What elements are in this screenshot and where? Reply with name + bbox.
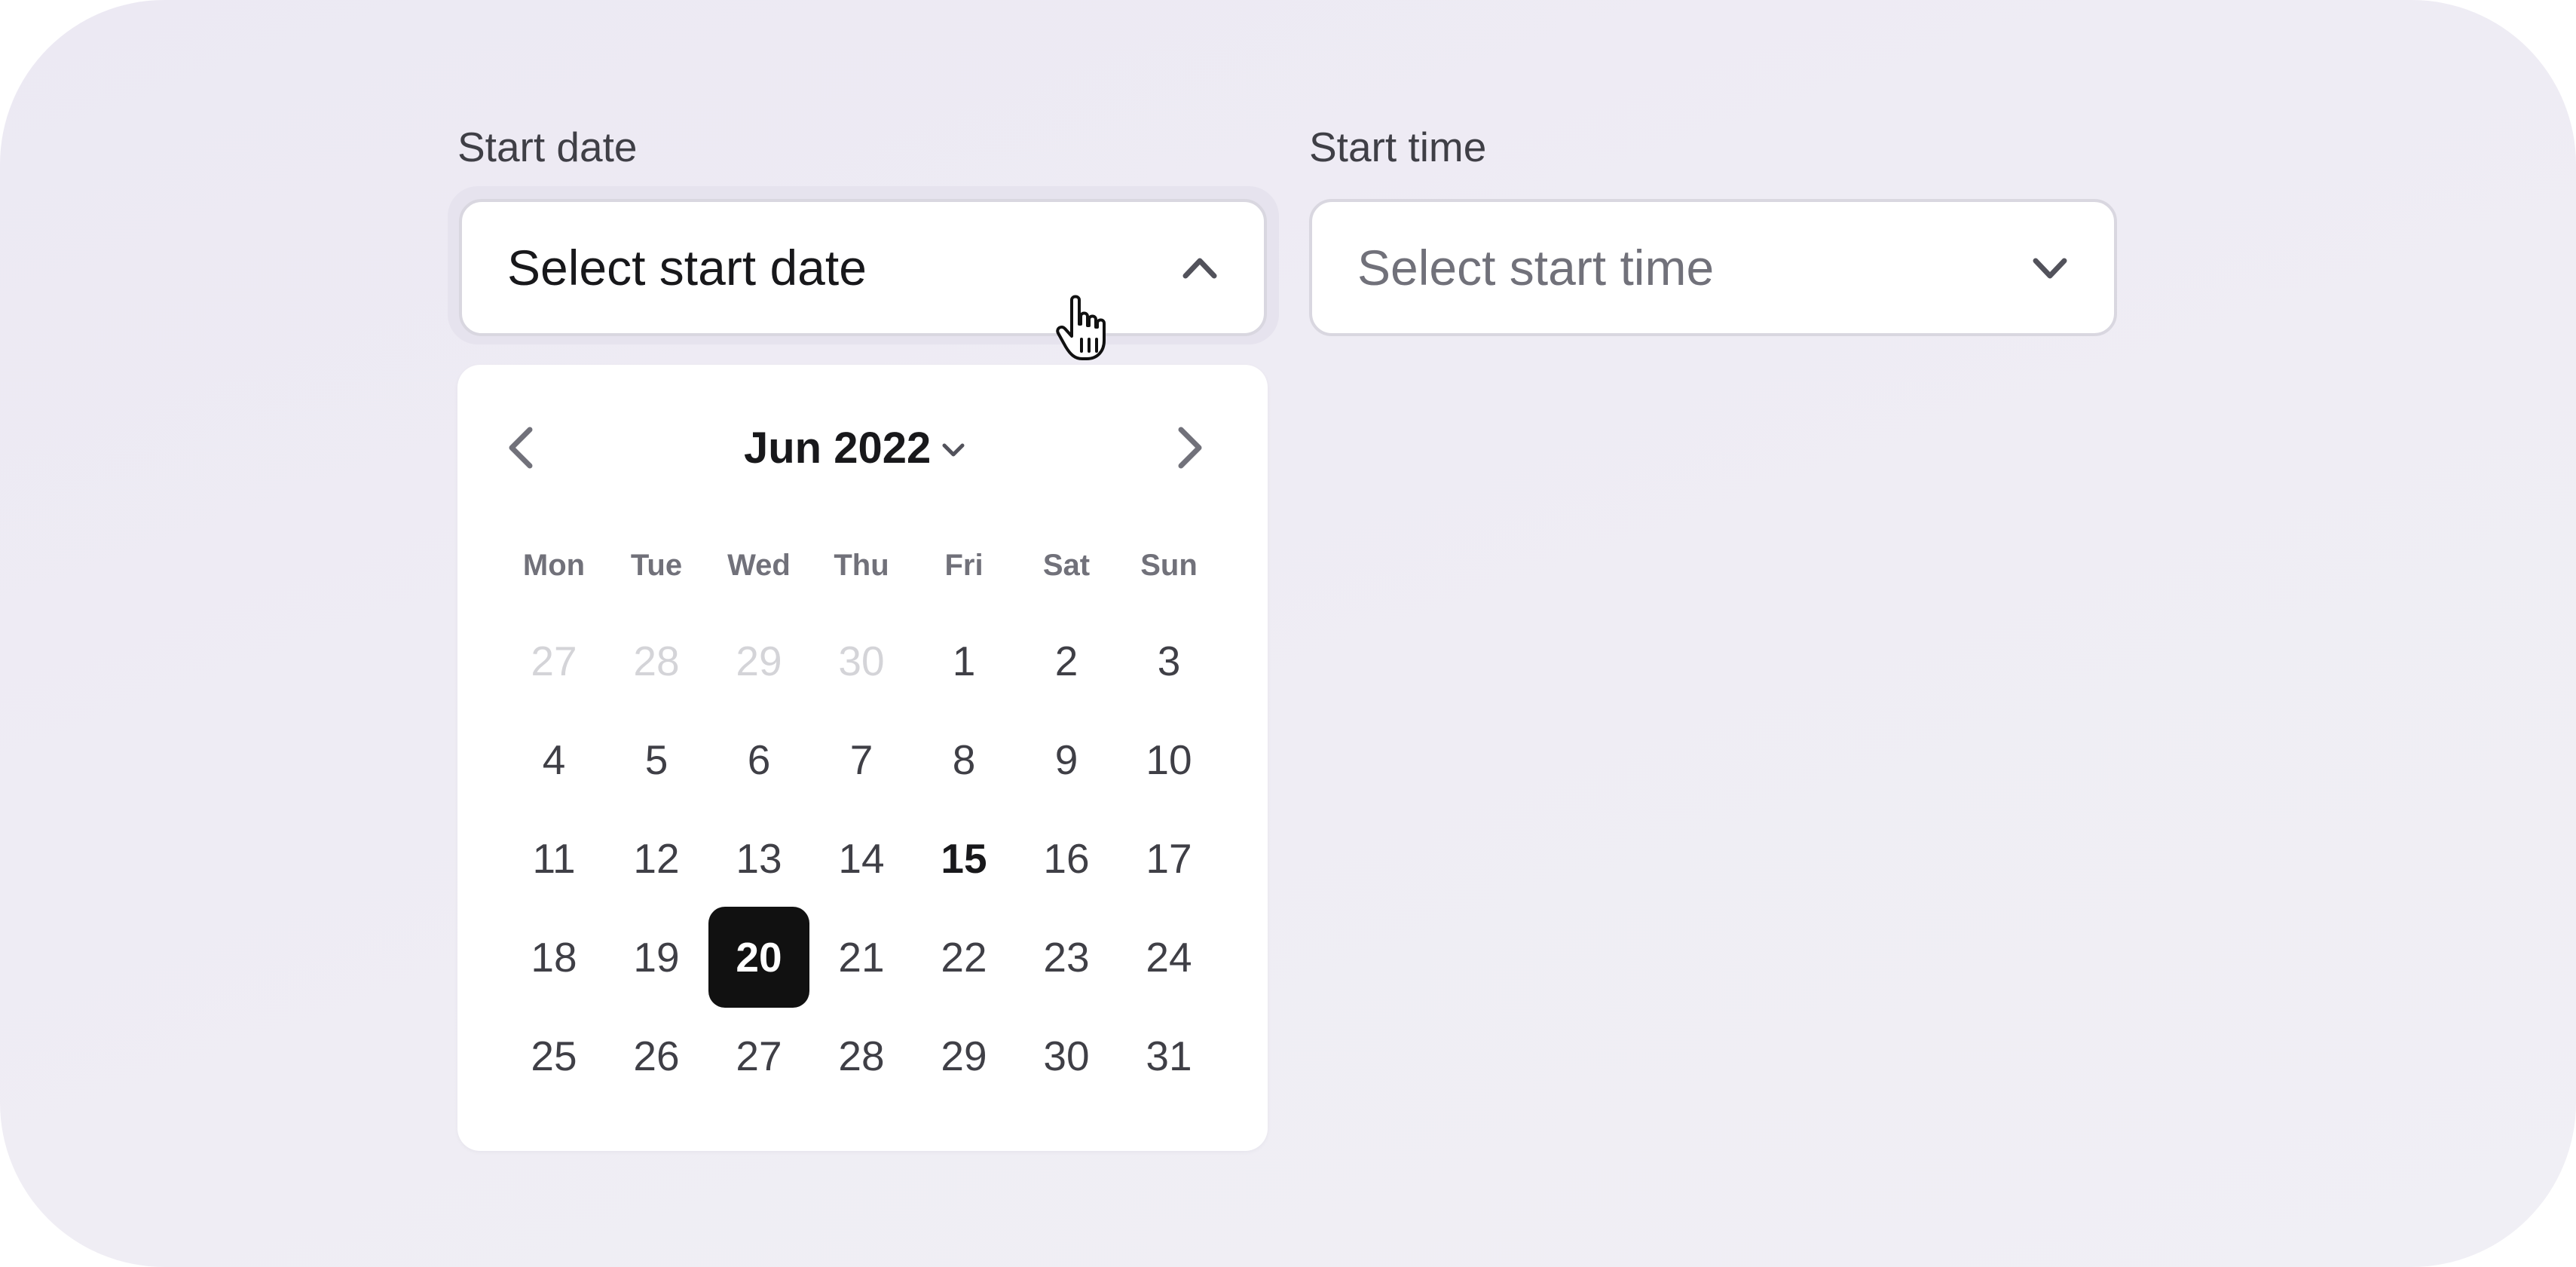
calendar-grid: 27 28 29 30 1 2 3 4 5 6 7 8 9 10 11 12 13 14 15 16 17 18 19 20 2… — [457, 365, 1268, 1151]
calendar-day[interactable]: 4 — [503, 709, 604, 810]
calendar-day[interactable]: 2 — [1016, 611, 1117, 712]
calendar-day[interactable]: 17 — [1118, 808, 1219, 909]
calendar-day[interactable]: 1 — [913, 611, 1014, 712]
calendar-day-outside-month: 30 — [838, 638, 885, 684]
calendar-day[interactable]: 7 — [811, 709, 912, 810]
calendar-day[interactable]: 28 — [811, 1005, 912, 1106]
calendar-day[interactable]: 31 — [1118, 1005, 1219, 1106]
calendar-day-outside-month: 29 — [736, 638, 782, 684]
calendar-day[interactable]: 30 — [1016, 1005, 1117, 1106]
calendar-day[interactable]: 26 — [606, 1005, 707, 1106]
calendar-day[interactable]: 25 — [503, 1005, 604, 1106]
calendar-day-today[interactable]: 15 — [913, 808, 1014, 909]
calendar-day[interactable]: 10 — [1118, 709, 1219, 810]
calendar-day[interactable]: 18 — [503, 907, 604, 1008]
start-time-label: Start time — [1309, 124, 1487, 170]
chevron-down-icon — [2033, 258, 2067, 279]
calendar-day[interactable]: 23 — [1016, 907, 1117, 1008]
hand-pointer-cursor-icon — [1056, 295, 1106, 360]
calendar-day-selected[interactable]: 20 — [708, 907, 809, 1008]
start-date-label: Start date — [457, 124, 638, 170]
chevron-up-icon — [1182, 258, 1217, 279]
calendar-day[interactable]: 12 — [606, 808, 707, 909]
page-background: Start date Start time Select start date … — [0, 0, 2576, 1267]
start-time-placeholder: Select start time — [1357, 240, 1715, 295]
calendar-day[interactable]: 19 — [606, 907, 707, 1008]
calendar-day-outside-month: 27 — [531, 638, 577, 684]
calendar-day[interactable]: 21 — [811, 907, 912, 1008]
start-time-select[interactable]: Select start time — [1309, 199, 2117, 336]
calendar-day-outside-month: 28 — [633, 638, 680, 684]
calendar-day[interactable]: 13 — [708, 808, 809, 909]
calendar-day[interactable]: 16 — [1016, 808, 1117, 909]
start-date-select[interactable]: Select start date — [459, 199, 1267, 336]
date-picker-popover: Jun 2022 Mon Tue Wed Thu Fri Sat Sun 27 28 29 30 1… — [457, 365, 1268, 1151]
calendar-day[interactable]: 9 — [1016, 709, 1117, 810]
calendar-day[interactable]: 6 — [708, 709, 809, 810]
calendar-day[interactable]: 24 — [1118, 907, 1219, 1008]
calendar-day[interactable]: 27 — [708, 1005, 809, 1106]
calendar-day[interactable]: 14 — [811, 808, 912, 909]
calendar-day[interactable]: 5 — [606, 709, 707, 810]
calendar-day[interactable]: 3 — [1118, 611, 1219, 712]
start-date-placeholder: Select start date — [507, 240, 867, 295]
calendar-day[interactable]: 29 — [913, 1005, 1014, 1106]
calendar-day[interactable]: 11 — [503, 808, 604, 909]
calendar-day[interactable]: 22 — [913, 907, 1014, 1008]
calendar-day[interactable]: 8 — [913, 709, 1014, 810]
